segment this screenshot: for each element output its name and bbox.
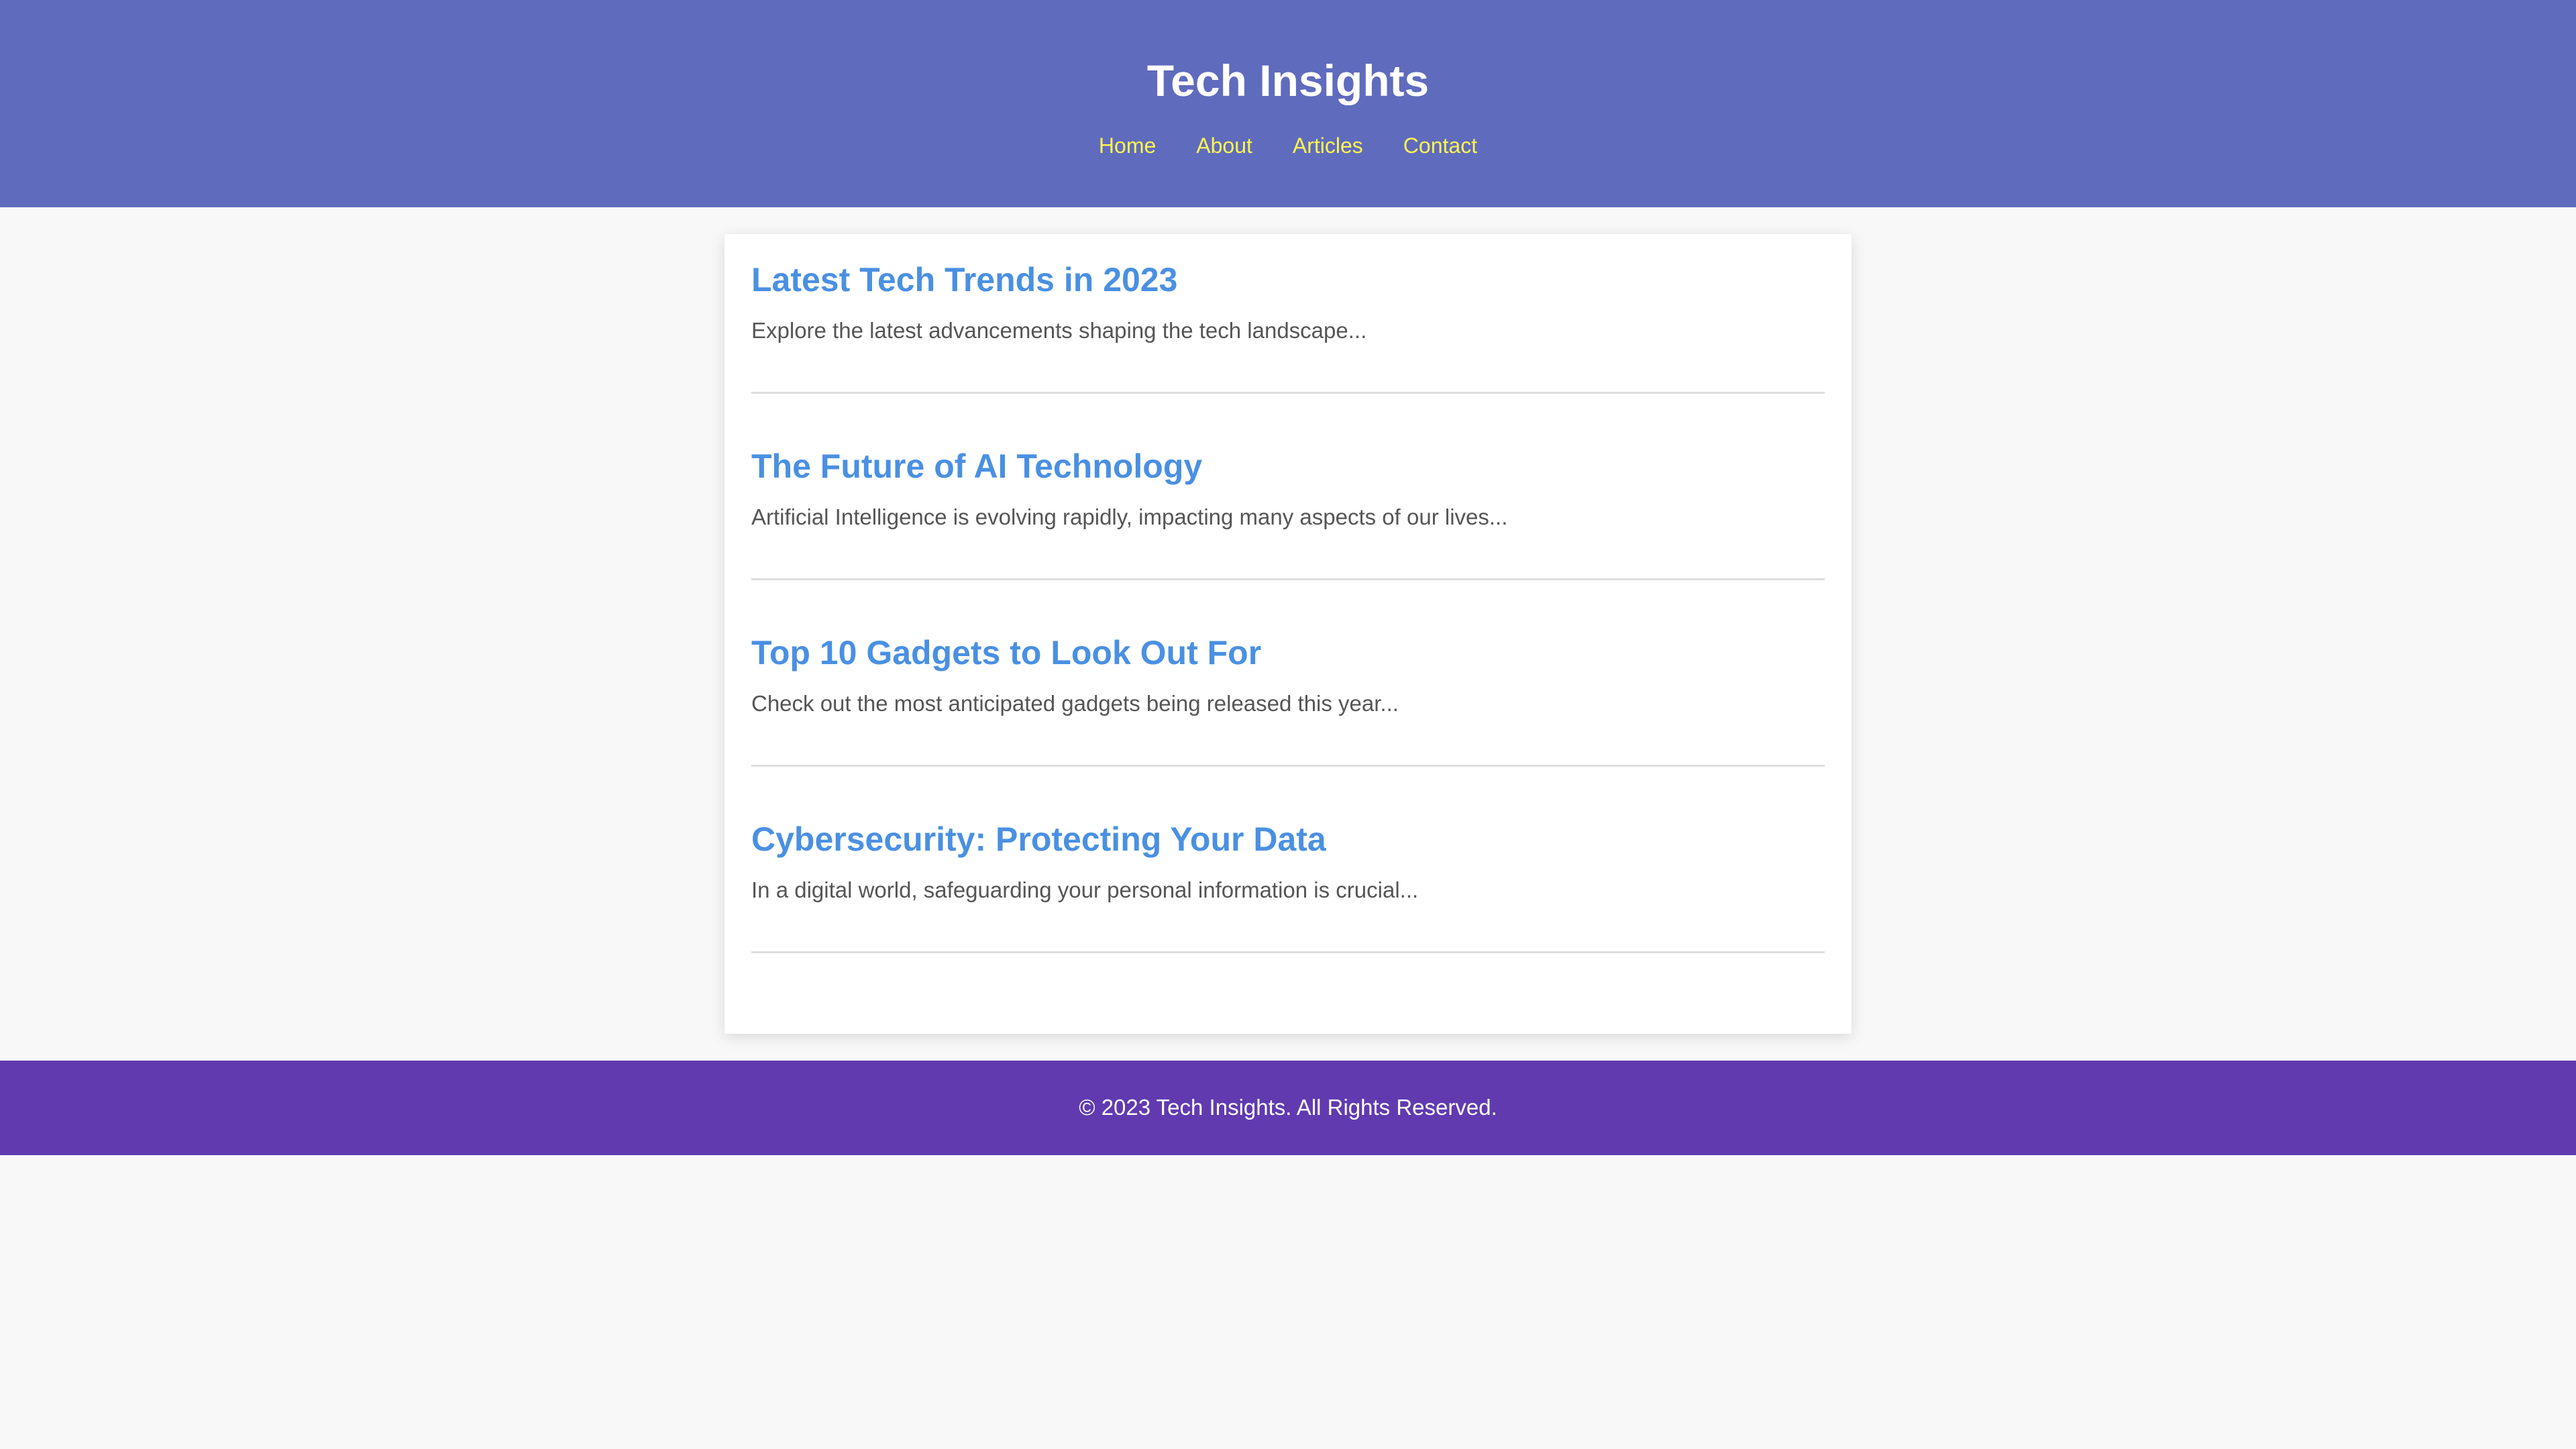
article-summary: Explore the latest advancements shaping … (751, 318, 1367, 343)
nav-link-home[interactable]: Home (1099, 130, 1156, 161)
nav-link-contact[interactable]: Contact (1403, 130, 1477, 161)
article-card: Top 10 Gadgets to Look Out For Check out… (751, 607, 1825, 767)
article-title[interactable]: Cybersecurity: Protecting Your Data (751, 817, 1825, 861)
article-title[interactable]: The Future of AI Technology (751, 444, 1825, 488)
site-title: Tech Insights (1146, 56, 1430, 105)
article-card: Latest Tech Trends in 2023 Explore the l… (751, 234, 1825, 394)
article-title[interactable]: Top 10 Gadgets to Look Out For (751, 631, 1825, 675)
article-title[interactable]: Latest Tech Trends in 2023 (751, 258, 1825, 302)
article-list-card: Latest Tech Trends in 2023 Explore the l… (724, 234, 1851, 1034)
site-footer: © 2023 Tech Insights. All Rights Reserve… (0, 1061, 2576, 1155)
nav-link-about[interactable]: About (1196, 130, 1252, 161)
main-navigation: Home About Articles Contact (0, 130, 2576, 161)
nav-link-articles[interactable]: Articles (1293, 130, 1363, 161)
article-summary: Check out the most anticipated gadgets b… (751, 691, 1399, 716)
article-summary: Artificial Intelligence is evolving rapi… (751, 504, 1508, 529)
site-header: Tech Insights Home About Articles Contac… (0, 0, 2576, 207)
copyright-text: © 2023 Tech Insights. All Rights Reserve… (1079, 1095, 1497, 1120)
article-summary: In a digital world, safeguarding your pe… (751, 877, 1419, 902)
article-card: The Future of AI Technology Artificial I… (751, 421, 1825, 580)
article-card: Cybersecurity: Protecting Your Data In a… (751, 794, 1825, 953)
